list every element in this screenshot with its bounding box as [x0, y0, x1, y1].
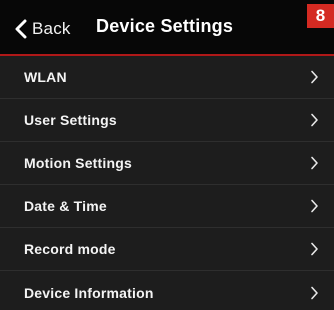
menu-item-label: Device Information: [24, 284, 154, 301]
menu-item-label: Record mode: [24, 241, 116, 257]
menu-item-record-mode[interactable]: Record mode: [0, 228, 334, 271]
menu-item-wlan[interactable]: WLAN: [0, 56, 334, 99]
notification-badge: 8: [307, 4, 334, 28]
menu-item-date-time[interactable]: Date & Time: [0, 185, 334, 228]
menu-item-device-information[interactable]: Device Information: [0, 271, 334, 310]
chevron-right-icon: [311, 242, 318, 256]
chevron-left-icon: [15, 19, 27, 39]
back-label: Back: [32, 19, 71, 38]
menu-item-label: WLAN: [24, 69, 67, 85]
chevron-right-icon: [311, 199, 318, 213]
menu-item-label: Date & Time: [24, 198, 107, 214]
chevron-right-icon: [311, 70, 318, 84]
chevron-right-icon: [311, 156, 318, 170]
menu-item-label: Motion Settings: [24, 155, 132, 171]
settings-menu: WLAN User Settings Motion Settings Date …: [0, 56, 334, 310]
chevron-right-icon: [311, 286, 318, 299]
chevron-right-icon: [311, 113, 318, 127]
menu-item-label: User Settings: [24, 112, 117, 128]
device-settings-screen: Back Device Settings 8 WLAN User Setting…: [0, 0, 334, 310]
header-bar: Back Device Settings 8: [0, 0, 334, 56]
page-title: Device Settings: [96, 16, 234, 36]
menu-item-motion-settings[interactable]: Motion Settings: [0, 142, 334, 185]
back-button[interactable]: Back: [14, 14, 71, 44]
menu-item-user-settings[interactable]: User Settings: [0, 99, 334, 142]
